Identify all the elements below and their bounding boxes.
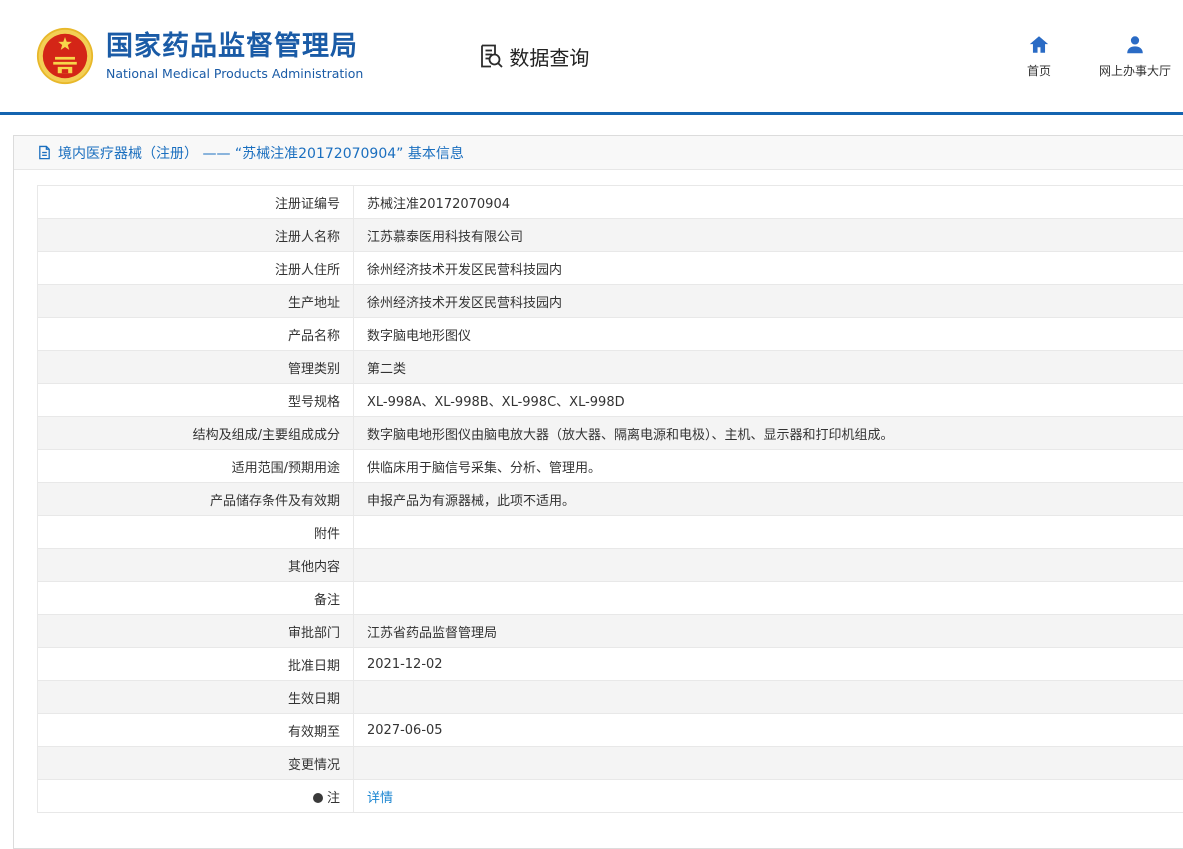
table-row: 产品名称数字脑电地形图仪 — [38, 318, 1183, 351]
row-label: 注册人住所 — [38, 252, 354, 285]
row-label: 其他内容 — [38, 549, 354, 582]
nav-service-hall-label: 网上办事大厅 — [1099, 62, 1171, 79]
row-value — [354, 747, 1183, 780]
row-value: 申报产品为有源器械，此项不适用。 — [354, 483, 1183, 516]
details-link[interactable]: 详情 — [367, 791, 393, 806]
row-value: 详情 — [354, 780, 1183, 813]
table-row: 注详情 — [38, 780, 1183, 813]
brand-text: 国家药品监督管理局 National Medical Products Admi… — [106, 31, 363, 80]
row-value: 江苏省药品监督管理局 — [354, 615, 1183, 648]
content-box: 境内医疗器械（注册） —— “苏械注准20172070904” 基本信息 注册证… — [13, 135, 1183, 849]
table-row: 有效期至2027-06-05 — [38, 714, 1183, 747]
user-icon — [1124, 34, 1146, 56]
row-label: 生效日期 — [38, 681, 354, 714]
data-query-section[interactable]: 数据查询 — [478, 42, 589, 71]
info-table: 注册证编号苏械注准20172070904注册人名称江苏慕泰医用科技有限公司注册人… — [37, 185, 1183, 813]
table-row: 变更情况 — [38, 747, 1183, 780]
table-row: 生效日期 — [38, 681, 1183, 714]
row-label: 结构及组成/主要组成成分 — [38, 417, 354, 450]
page-title: 境内医疗器械（注册） —— “苏械注准20172070904” 基本信息 — [58, 143, 464, 163]
table-row: 附件 — [38, 516, 1183, 549]
nav-home[interactable]: 首页 — [1027, 34, 1051, 79]
row-label: 产品名称 — [38, 318, 354, 351]
row-label: 变更情况 — [38, 747, 354, 780]
row-value: 江苏慕泰医用科技有限公司 — [354, 219, 1183, 252]
table-row: 注册人住所徐州经济技术开发区民营科技园内 — [38, 252, 1183, 285]
table-row: 管理类别第二类 — [38, 351, 1183, 384]
row-value — [354, 681, 1183, 714]
row-value: 徐州经济技术开发区民营科技园内 — [354, 285, 1183, 318]
row-label: 适用范围/预期用途 — [38, 450, 354, 483]
table-row: 产品储存条件及有效期申报产品为有源器械，此项不适用。 — [38, 483, 1183, 516]
row-value: 2021-12-02 — [354, 648, 1183, 681]
page-title-bar: 境内医疗器械（注册） —— “苏械注准20172070904” 基本信息 — [14, 136, 1183, 170]
brand-group: 国家药品监督管理局 National Medical Products Admi… — [36, 27, 589, 85]
table-row: 型号规格XL-998A、XL-998B、XL-998C、XL-998D — [38, 384, 1183, 417]
site-header: 国家药品监督管理局 National Medical Products Admi… — [0, 0, 1183, 112]
top-nav: 首页 网上办事大厅 — [1027, 34, 1175, 79]
row-value: XL-998A、XL-998B、XL-998C、XL-998D — [354, 384, 1183, 417]
table-row: 批准日期2021-12-02 — [38, 648, 1183, 681]
row-value: 苏械注准20172070904 — [354, 186, 1183, 219]
row-label: 有效期至 — [38, 714, 354, 747]
row-value: 第二类 — [354, 351, 1183, 384]
note-icon — [313, 793, 323, 803]
nmpa-emblem-logo — [36, 27, 94, 85]
row-value — [354, 582, 1183, 615]
table-row: 适用范围/预期用途供临床用于脑信号采集、分析、管理用。 — [38, 450, 1183, 483]
row-label: 附件 — [38, 516, 354, 549]
document-icon — [37, 145, 52, 160]
row-label: 批准日期 — [38, 648, 354, 681]
row-label: 备注 — [38, 582, 354, 615]
row-label: 生产地址 — [38, 285, 354, 318]
table-row: 注册证编号苏械注准20172070904 — [38, 186, 1183, 219]
main-area: 境内医疗器械（注册） —— “苏械注准20172070904” 基本信息 注册证… — [0, 115, 1183, 846]
row-label: 型号规格 — [38, 384, 354, 417]
row-label: 审批部门 — [38, 615, 354, 648]
row-value — [354, 549, 1183, 582]
table-row: 其他内容 — [38, 549, 1183, 582]
row-value: 数字脑电地形图仪 — [354, 318, 1183, 351]
org-name-cn: 国家药品监督管理局 — [106, 31, 363, 62]
row-label: 注册人名称 — [38, 219, 354, 252]
table-row: 结构及组成/主要组成成分数字脑电地形图仪由脑电放大器（放大器、隔离电源和电极）、… — [38, 417, 1183, 450]
section-title: 数据查询 — [509, 42, 589, 71]
table-row: 备注 — [38, 582, 1183, 615]
row-label: 管理类别 — [38, 351, 354, 384]
data-query-icon — [478, 43, 504, 69]
row-value: 徐州经济技术开发区民营科技园内 — [354, 252, 1183, 285]
org-name-en: National Medical Products Administration — [106, 66, 363, 81]
row-value: 2027-06-05 — [354, 714, 1183, 747]
home-icon — [1028, 34, 1050, 56]
table-row: 生产地址徐州经济技术开发区民营科技园内 — [38, 285, 1183, 318]
row-value: 供临床用于脑信号采集、分析、管理用。 — [354, 450, 1183, 483]
row-label: 注册证编号 — [38, 186, 354, 219]
table-row: 注册人名称江苏慕泰医用科技有限公司 — [38, 219, 1183, 252]
table-row: 审批部门江苏省药品监督管理局 — [38, 615, 1183, 648]
nav-service-hall[interactable]: 网上办事大厅 — [1099, 34, 1171, 79]
row-label: 产品储存条件及有效期 — [38, 483, 354, 516]
row-value — [354, 516, 1183, 549]
row-value: 数字脑电地形图仪由脑电放大器（放大器、隔离电源和电极）、主机、显示器和打印机组成… — [354, 417, 1183, 450]
nav-home-label: 首页 — [1027, 62, 1051, 79]
row-label: 注 — [38, 780, 354, 813]
